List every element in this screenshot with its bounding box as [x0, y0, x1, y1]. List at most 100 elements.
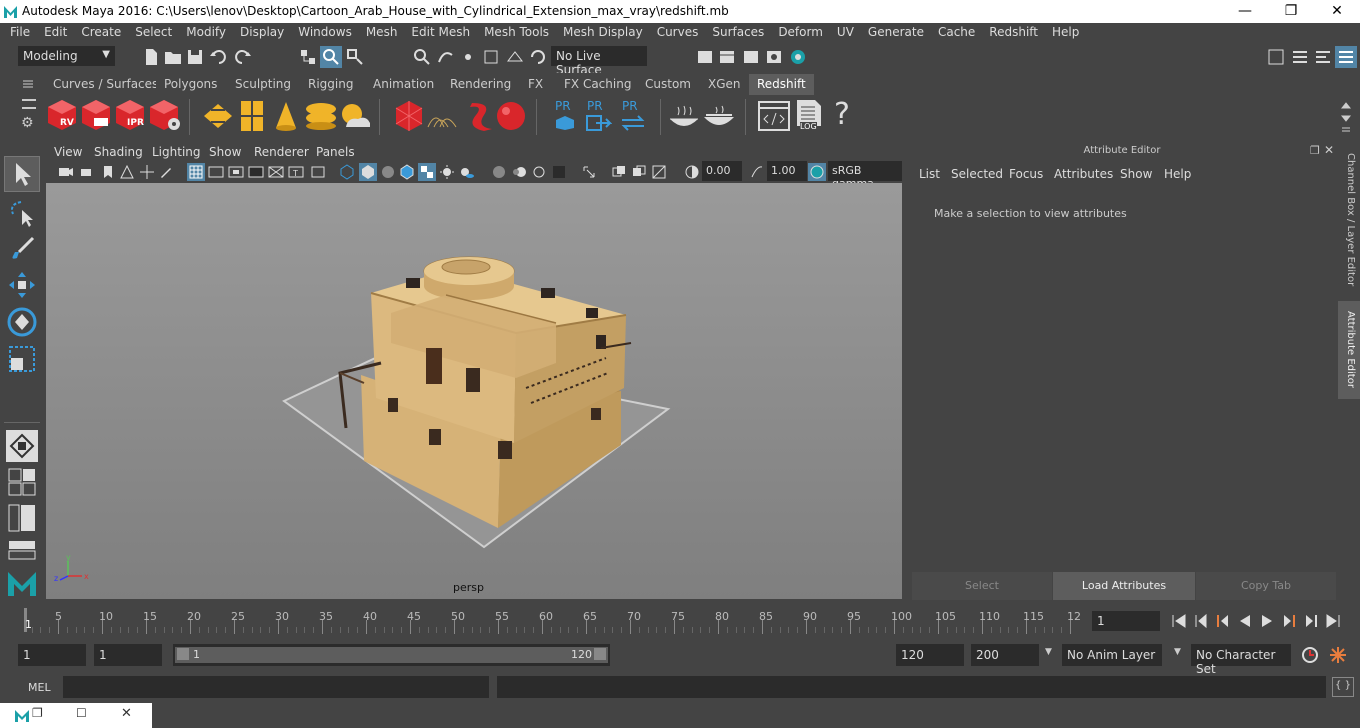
menu-display[interactable]: Display — [233, 23, 291, 39]
menu-windows[interactable]: Windows — [291, 23, 359, 39]
range-slider[interactable]: 1 120 — [173, 644, 610, 666]
volume-icon[interactable] — [464, 99, 496, 133]
menu-curves[interactable]: Curves — [650, 23, 706, 39]
tab-redshift[interactable]: Redshift — [749, 74, 814, 95]
tab-custom[interactable]: Custom — [637, 74, 699, 95]
tab-rigging[interactable]: Rigging — [300, 74, 362, 95]
current-frame-field[interactable]: 1 — [1092, 611, 1160, 631]
ae-menu-help[interactable]: Help — [1164, 167, 1191, 181]
menu-mesh-tools[interactable]: Mesh Tools — [477, 23, 556, 39]
select-tool-button[interactable] — [4, 156, 40, 192]
step-forward-key-icon[interactable] — [1280, 612, 1298, 630]
maximize-icon[interactable]: ☐ — [76, 706, 87, 720]
render-view-icon[interactable] — [695, 47, 715, 67]
attribute-editor-tab[interactable]: Attribute Editor — [1342, 311, 1356, 397]
live-surface-field[interactable]: No Live Surface — [551, 46, 647, 77]
time-slider[interactable]: 1 5 10 15 20 25 30 35 40 45 50 55 60 65 70 75 80 85 90 95 1… — [18, 605, 1085, 635]
render-frame-icon[interactable] — [717, 47, 737, 67]
single-perspective-layout-button[interactable] — [6, 430, 38, 462]
anti-aliasing-icon[interactable] — [531, 164, 547, 180]
smooth-shade-button[interactable] — [359, 163, 377, 181]
camera-icon[interactable] — [58, 164, 74, 180]
grease-pencil-icon[interactable] — [158, 164, 174, 180]
gate-mask-icon[interactable] — [248, 164, 264, 180]
minimized-window[interactable]: ❐ ☐ ✕ — [0, 703, 152, 728]
tab-fx-caching[interactable]: FX Caching — [556, 74, 640, 95]
safe-action-icon[interactable]: T — [288, 164, 304, 180]
xray-joints-icon[interactable] — [631, 164, 647, 180]
attribute-editor-toggle[interactable] — [1335, 46, 1357, 68]
menu-redshift[interactable]: Redshift — [982, 23, 1045, 39]
workspace-modeling-icon[interactable] — [1266, 47, 1286, 67]
vp-menu-lighting[interactable]: Lighting — [152, 145, 201, 159]
lasso-tool-icon[interactable] — [7, 198, 37, 228]
dome-light-icon[interactable] — [304, 101, 338, 131]
view-transform-field[interactable]: sRGB gamma — [828, 161, 902, 190]
tab-animation[interactable]: Animation — [365, 74, 443, 95]
proxy-mesh-icon[interactable] — [394, 99, 424, 133]
use-all-lights-icon[interactable] — [439, 164, 455, 180]
hair-strands-icon[interactable] — [426, 107, 460, 129]
wireframe-on-shaded-icon[interactable] — [399, 164, 415, 180]
snap-to-view-planes-icon[interactable] — [505, 47, 525, 67]
chevron-down-icon[interactable]: ▼ — [1045, 647, 1052, 657]
screen-space-ao-icon[interactable] — [491, 164, 507, 180]
menu-select[interactable]: Select — [128, 23, 179, 39]
gamma-field[interactable]: 1.00 — [767, 161, 807, 181]
exposure-field[interactable]: 0.00 — [702, 161, 742, 181]
go-to-start-icon[interactable] — [1170, 612, 1188, 630]
rotate-tool-icon[interactable] — [6, 306, 38, 338]
menu-edit-mesh[interactable]: Edit Mesh — [404, 23, 477, 39]
gamma-icon[interactable] — [749, 164, 765, 180]
vp-menu-view[interactable]: View — [54, 145, 82, 159]
make-live-icon[interactable] — [528, 47, 548, 67]
bake-icon[interactable] — [668, 103, 700, 131]
maya-home-icon[interactable] — [6, 568, 38, 598]
vp-menu-renderer[interactable]: Renderer — [254, 145, 309, 159]
step-back-icon[interactable] — [1192, 612, 1210, 630]
snap-to-points-icon[interactable] — [458, 47, 478, 67]
ae-menu-show[interactable]: Show — [1120, 167, 1152, 181]
area-light-icon[interactable] — [202, 102, 234, 130]
shelf-menu-icon[interactable] — [22, 78, 34, 90]
channel-box-tab[interactable]: Channel Box / Layer Editor — [1342, 153, 1356, 293]
color-management-toggle[interactable] — [808, 163, 826, 181]
help-icon[interactable]: ? — [834, 97, 850, 132]
image-plane-icon[interactable] — [119, 164, 135, 180]
save-scene-icon[interactable] — [185, 47, 205, 67]
menu-surfaces[interactable]: Surfaces — [705, 23, 771, 39]
bookmark-icon[interactable] — [100, 164, 116, 180]
toggle-panels-icon[interactable] — [1290, 47, 1310, 67]
menu-modify[interactable]: Modify — [179, 23, 233, 39]
render-sequence-icon[interactable] — [80, 98, 112, 132]
script-editor-icon[interactable] — [758, 101, 790, 131]
open-scene-icon[interactable] — [163, 47, 183, 67]
tab-fx[interactable]: FX — [520, 74, 552, 95]
vp-menu-show[interactable]: Show — [209, 145, 241, 159]
vp-menu-shading[interactable]: Shading — [94, 145, 143, 159]
menu-mesh-display[interactable]: Mesh Display — [556, 23, 650, 39]
close-button[interactable]: ✕ — [1314, 0, 1360, 23]
range-slider-handle[interactable] — [175, 647, 608, 663]
camera-attributes-icon[interactable] — [79, 164, 95, 180]
select-by-component-icon[interactable] — [345, 47, 365, 67]
perspective-viewport[interactable]: y x z persp — [46, 183, 902, 599]
restore-icon[interactable]: ❐ — [32, 706, 43, 720]
maximize-button[interactable]: ❐ — [1268, 0, 1314, 23]
isolate-select-icon[interactable] — [581, 164, 597, 180]
shadows-icon[interactable] — [459, 164, 475, 180]
sun-sky-icon[interactable] — [338, 101, 372, 131]
depth-of-field-icon[interactable] — [551, 164, 567, 180]
hypershade-icon[interactable] — [788, 47, 808, 67]
textured-button[interactable] — [418, 163, 436, 181]
play-forwards-icon[interactable] — [1258, 612, 1276, 630]
step-forward-icon[interactable] — [1302, 612, 1320, 630]
sphere-material-icon[interactable] — [494, 99, 528, 133]
ae-load-attributes-button[interactable]: Load Attributes — [1053, 572, 1195, 600]
2d-pan-zoom-icon[interactable] — [139, 164, 155, 180]
minimize-button[interactable]: — — [1222, 0, 1268, 23]
select-by-object-type-button[interactable] — [320, 46, 342, 68]
snap-to-curves-icon[interactable] — [436, 47, 456, 67]
move-tool-icon[interactable] — [7, 270, 37, 300]
pr-export-proxy-icon[interactable] — [586, 115, 612, 131]
